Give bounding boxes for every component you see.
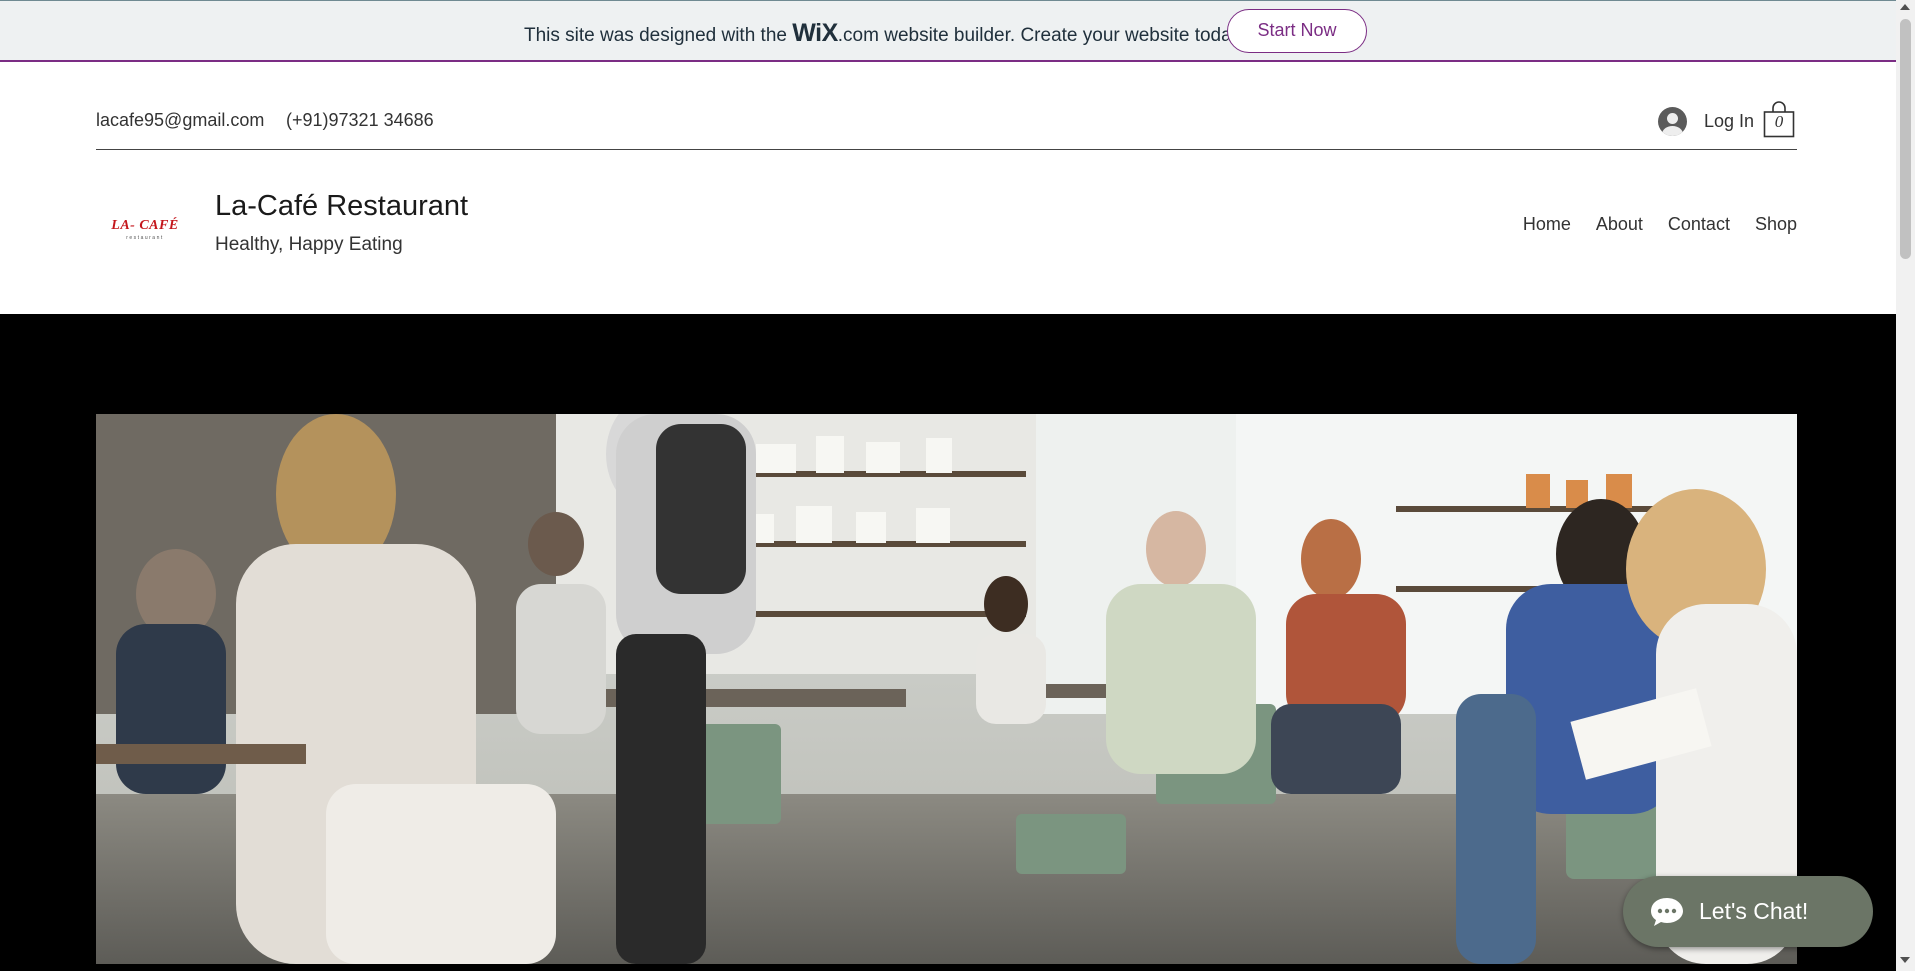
cart-button[interactable]: 0: [1763, 100, 1795, 138]
site-tagline: Healthy, Happy Eating: [215, 234, 403, 255]
wix-banner-text: This site was designed with the WiX.com …: [524, 19, 1245, 48]
login-button[interactable]: Log In: [1658, 104, 1754, 138]
contact-email-link[interactable]: lacafe95@gmail.com: [96, 110, 264, 131]
nav-home[interactable]: Home: [1523, 214, 1571, 235]
avatar-icon: [1658, 106, 1687, 136]
wix-banner-text-after: website builder. Create your website tod…: [878, 25, 1246, 46]
page-scrollbar[interactable]: [1896, 0, 1915, 971]
cart-count: 0: [1774, 112, 1784, 131]
main-nav: Home About Contact Shop: [1523, 214, 1797, 235]
scroll-down-icon[interactable]: [1900, 957, 1910, 963]
wix-banner-text-before: This site was designed with the: [524, 25, 793, 46]
logo-subtext: restaurant: [126, 235, 164, 241]
scroll-up-icon[interactable]: [1900, 4, 1910, 10]
contact-phone-link[interactable]: (+91)97321 34686: [286, 110, 434, 131]
header-divider: [96, 149, 1797, 150]
wix-banner: This site was designed with the WiX.com …: [0, 0, 1896, 62]
login-label: Log In: [1704, 110, 1755, 131]
wix-logo-tld[interactable]: .com: [838, 25, 879, 46]
chat-bubble-icon: [1651, 897, 1683, 926]
lets-chat-button[interactable]: Let's Chat!: [1623, 876, 1873, 947]
hero-cafe-photo: [96, 414, 1797, 964]
nav-about[interactable]: About: [1596, 214, 1643, 235]
wix-logo[interactable]: WiX: [792, 19, 838, 47]
scroll-thumb[interactable]: [1900, 19, 1911, 259]
site-title[interactable]: La-Café Restaurant: [215, 190, 468, 223]
chat-label: Let's Chat!: [1699, 898, 1809, 924]
nav-contact[interactable]: Contact: [1668, 214, 1730, 235]
logo-text: LA- CAFÉ: [111, 218, 179, 233]
start-now-button[interactable]: Start Now: [1227, 9, 1367, 53]
nav-shop[interactable]: Shop: [1755, 214, 1797, 235]
site-logo[interactable]: LA- CAFÉ restaurant: [110, 200, 180, 260]
